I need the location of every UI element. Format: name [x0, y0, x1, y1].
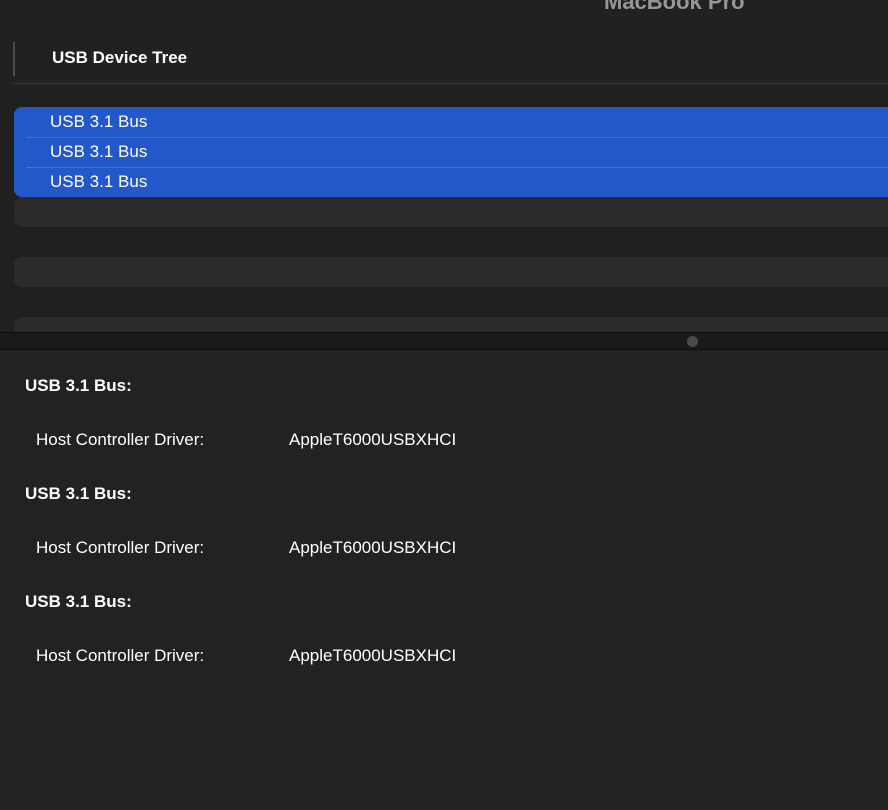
usb-device-tree-header: USB Device Tree: [52, 47, 187, 69]
attribute-label: Host Controller Driver:: [36, 538, 204, 557]
splitter-handle-icon[interactable]: [687, 336, 698, 347]
attribute-label: Host Controller Driver:: [36, 430, 204, 449]
tree-row-usb-bus-1[interactable]: USB 3.1 Bus: [14, 107, 888, 137]
row-separator: [26, 167, 888, 168]
tree-row-usb-bus-3[interactable]: USB 3.1 Bus: [14, 167, 888, 197]
detail-attribute-row: Host Controller Driver: AppleT6000USBXHC…: [36, 431, 888, 449]
tree-row-usb-bus-2[interactable]: USB 3.1 Bus: [14, 137, 888, 167]
row-separator: [26, 137, 888, 138]
empty-row-stripe: [14, 197, 888, 227]
attribute-value: AppleT6000USBXHCI: [289, 431, 456, 449]
attribute-value: AppleT6000USBXHCI: [289, 647, 456, 665]
tree-row-label: USB 3.1 Bus: [50, 137, 147, 167]
attribute-value: AppleT6000USBXHCI: [289, 539, 456, 557]
usb-device-tree-table[interactable]: USB 3.1 Bus USB 3.1 Bus USB 3.1 Bus: [0, 84, 888, 332]
header-tick-divider: [13, 42, 15, 76]
system-information-window: MacBook Pro USB Device Tree USB 3.1 Bus …: [0, 0, 888, 810]
device-detail-pane[interactable]: USB 3.1 Bus: Host Controller Driver: App…: [0, 350, 888, 810]
tree-row-label: USB 3.1 Bus: [50, 107, 147, 137]
attribute-label: Host Controller Driver:: [36, 646, 204, 665]
detail-section-title: USB 3.1 Bus:: [25, 377, 888, 395]
window-title: MacBook Pro: [604, 0, 745, 14]
pane-splitter[interactable]: [0, 332, 888, 350]
tree-row-label: USB 3.1 Bus: [50, 167, 147, 197]
selected-rows-group: USB 3.1 Bus USB 3.1 Bus USB 3.1 Bus: [14, 107, 888, 197]
detail-section-title: USB 3.1 Bus:: [25, 593, 888, 611]
detail-attribute-row: Host Controller Driver: AppleT6000USBXHC…: [36, 539, 888, 557]
empty-row-stripe: [14, 257, 888, 287]
detail-section-title: USB 3.1 Bus:: [25, 485, 888, 503]
detail-attribute-row: Host Controller Driver: AppleT6000USBXHC…: [36, 647, 888, 665]
